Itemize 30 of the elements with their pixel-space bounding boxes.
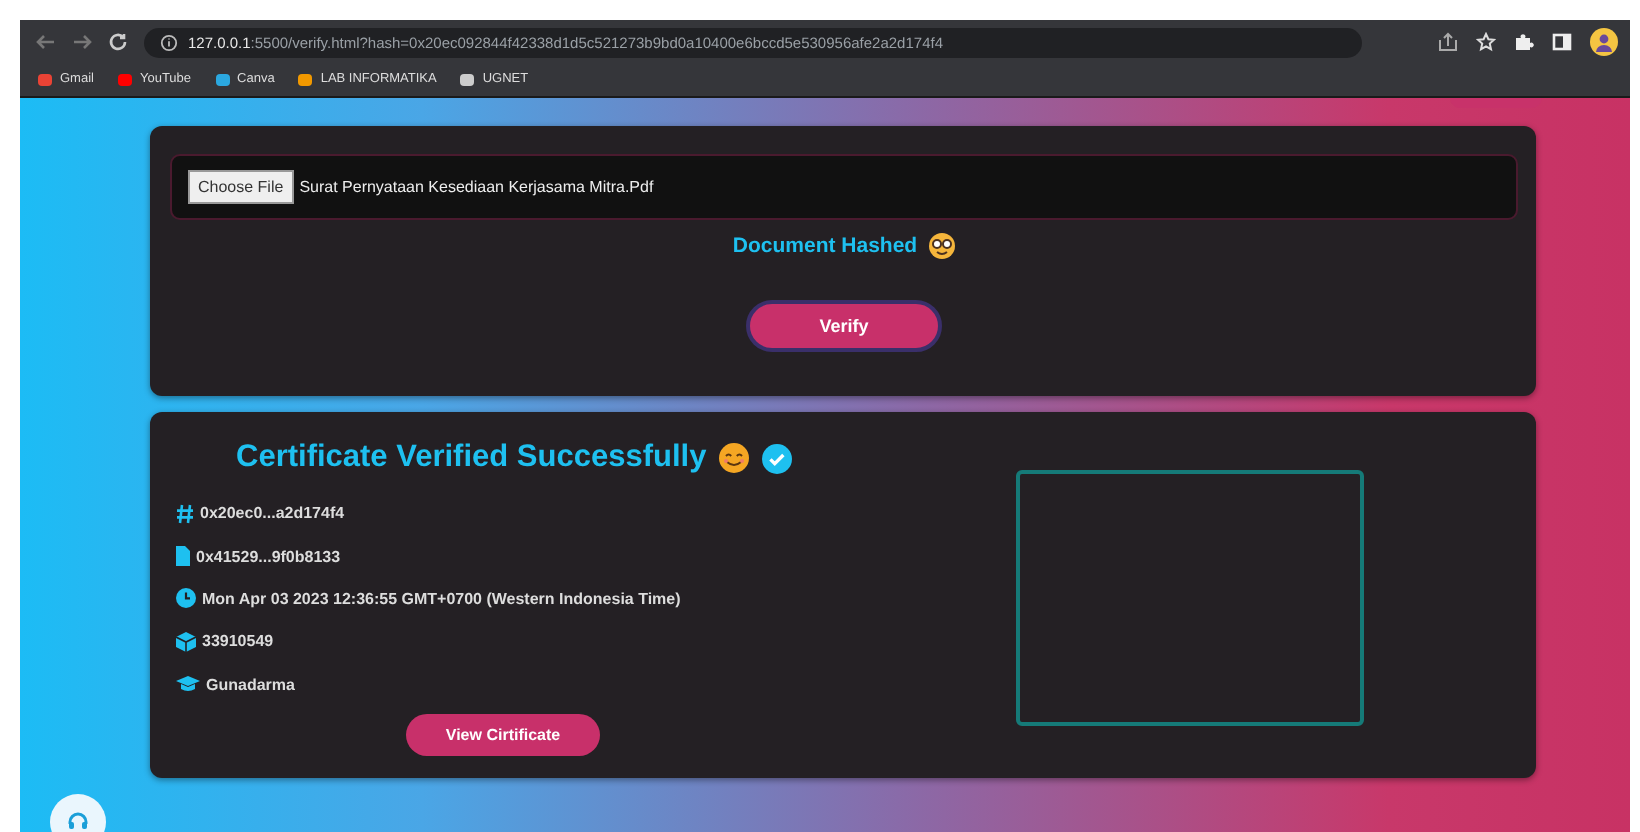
check-circle-icon [762,443,793,473]
back-icon[interactable] [36,32,56,52]
choose-file-button[interactable]: Choose File [188,170,294,204]
file-name: Surat Pernyataan Kesediaan Kerjasama Mitra.Pdf [299,178,654,196]
detail-text: 0x20ec0...a2d174f4 [200,504,345,523]
hash-icon [176,503,194,524]
nerd-face-icon [927,232,956,260]
graduation-cap-icon [176,674,200,695]
info-icon [160,33,178,51]
headset-icon [66,810,90,832]
detail-text: 0x41529...9f0b8133 [196,547,341,566]
puzzle-icon[interactable] [1514,32,1534,52]
clock-icon [176,588,196,609]
detail-text: Gunadarma [206,675,295,694]
detail-text: Mon Apr 03 2023 12:36:55 GMT+0700 (Western Indonesia Time) [202,589,681,608]
forward-icon[interactable] [72,32,92,52]
detail-text: 33910549 [202,632,274,651]
profile-avatar-icon[interactable] [1590,28,1618,56]
cube-icon [176,631,196,652]
view-certificate-button[interactable]: View Cirtificate [406,713,600,756]
star-icon[interactable] [1476,32,1496,52]
sidebar-icon[interactable] [1552,32,1572,52]
share-icon[interactable] [1438,32,1458,52]
verify-button[interactable]: Verify [746,300,942,352]
certificate-title: Certificate Verified Successfully [236,440,707,476]
file-input[interactable]: Choose File Surat Pernyataan Kesediaan Kerjasama Mitra.Pdf [170,154,1518,220]
status-text: Document Hashed [732,234,918,258]
reload-icon[interactable] [108,32,128,52]
file-icon [176,546,190,567]
smiling-face-icon [718,442,751,474]
